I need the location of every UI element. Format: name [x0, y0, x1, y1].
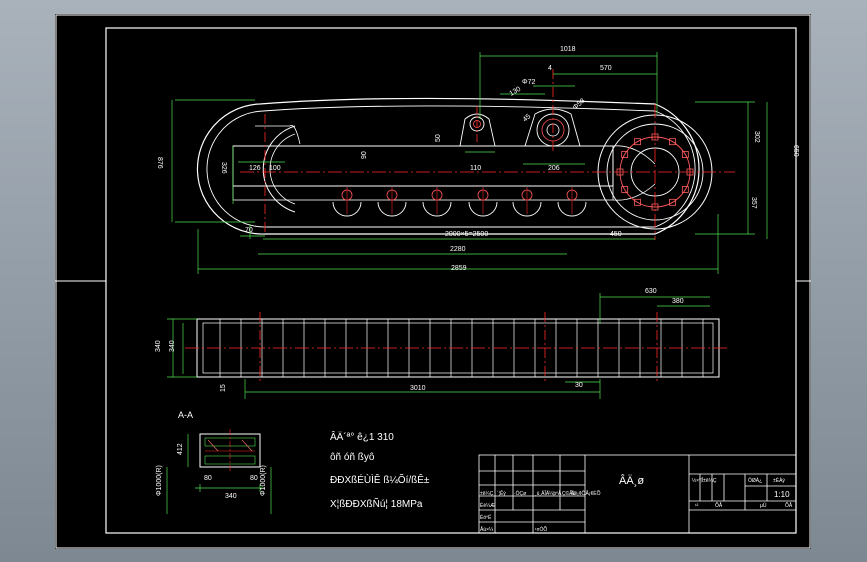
tb-designer: Éè¼Æ — [480, 502, 495, 509]
tb-stage: ½×¶Î±ê¼Ç — [692, 477, 717, 484]
dim-phi72: Φ72 — [522, 79, 535, 86]
drawing-sheet[interactable]: 1018 570 4 Φ72 130 45 Φ58 50 90 110 206 … — [55, 14, 811, 549]
top-view — [185, 312, 730, 384]
dim-45: 45 — [522, 113, 533, 123]
tb-label-1: ´¦Êý — [497, 489, 506, 497]
tb-sheets-a: ¹² — [695, 503, 699, 509]
technical-notes: ÂÄ´ª° ê¿1 310 ôñ óñ ßyô ÐÐXßÉÙÌÊ ß¼Õí/ßÊ… — [330, 430, 430, 510]
dim-630: 630 — [645, 288, 657, 295]
dim-326: 326 — [220, 162, 227, 174]
tb-approve: Åú×¼ — [480, 526, 494, 533]
scale-value: 1:10 — [774, 490, 790, 499]
tb-label-2: ·ÖÇø — [514, 490, 526, 497]
dim-50: 50 — [435, 134, 442, 142]
tb-sheets-d: ÕÅ — [785, 502, 793, 509]
section-dim-80-b: 80 — [250, 475, 258, 482]
tb-sheets-b: ÕÅ — [715, 502, 723, 509]
dim-1018: 1018 — [560, 46, 576, 53]
dim-126: 126 — [249, 165, 261, 172]
sheet-inner-border — [105, 27, 797, 534]
note-line-3: ÐÐXßÉÙÌÊ ß¼Õí/ßÊ± — [330, 473, 430, 486]
title-block[interactable] — [478, 454, 797, 534]
section-phi-right: Φ1000(R) — [260, 465, 267, 496]
dim-2280: 2280 — [450, 246, 466, 253]
dim-70: 70 — [245, 227, 253, 234]
dim-30: 30 — [575, 382, 583, 389]
dim-3010: 3010 — [410, 385, 426, 392]
dim-15: 15 — [220, 384, 227, 392]
section-dim-80-a: 80 — [204, 475, 212, 482]
dim-130: 130 — [509, 86, 523, 98]
dim-340-a: 340 — [155, 340, 162, 352]
tb-label-3: ¸ü¸ÄÎÄ¼þºÅ — [535, 490, 562, 497]
dim-100: 100 — [269, 165, 281, 172]
tb-process: ¹¤ÒÕ — [535, 526, 547, 533]
dim-302: 302 — [753, 131, 760, 143]
dim-380: 380 — [672, 298, 684, 305]
dim-450: 450 — [610, 231, 622, 238]
dim-90: 90 — [361, 151, 368, 159]
dim-206: 206 — [548, 165, 560, 172]
note-line-4: X¦ßÐÐXßÑú¦ 18MPa — [330, 497, 423, 510]
tb-label-0: ±ê¼Ç — [480, 491, 494, 497]
note-line-1: ÂÄ´ª° ê¿1 310 — [330, 430, 394, 443]
front-view — [196, 69, 735, 240]
dim-2859: 2859 — [451, 265, 467, 272]
tb-audit: ÉóºË — [480, 514, 492, 521]
dim-340-b: 340 — [169, 340, 176, 352]
tb-label-5: Äê¡¢ÔÂ¡¢ÈÕ — [571, 490, 601, 497]
dim-650: 650 — [792, 145, 799, 157]
drawing-title: ÂÄ¸ø — [619, 474, 644, 487]
dim-570: 570 — [600, 65, 612, 72]
tb-weight: ÖØÁ¿ — [748, 477, 762, 484]
dim-357: 357 — [750, 197, 757, 209]
tb-sheets-c: µÚ — [760, 502, 767, 509]
section-width: 412 — [177, 443, 184, 455]
sheet-outer-border — [55, 14, 811, 549]
front-dimensions — [171, 52, 768, 274]
dim-4: 4 — [548, 65, 552, 72]
note-line-2: ôñ óñ ßyô — [330, 452, 375, 463]
dim-2000x5: 2000×5=2500 — [445, 231, 488, 238]
dim-phi58: Φ58 — [572, 98, 587, 112]
section-a-a — [199, 429, 261, 472]
road-wheels — [332, 187, 587, 217]
section-label: A-A — [178, 410, 193, 420]
dim-110: 110 — [470, 165, 481, 172]
section-phi-left: Φ1000(R) — [156, 465, 163, 496]
cad-drawing: 1018 570 4 Φ72 130 45 Φ58 50 90 110 206 … — [55, 14, 811, 549]
top-dimensions — [167, 293, 710, 399]
tb-ratio: ±ÈÀý — [773, 477, 785, 484]
dim-876: 876 — [156, 157, 163, 169]
section-dim-340: 340 — [225, 493, 237, 500]
